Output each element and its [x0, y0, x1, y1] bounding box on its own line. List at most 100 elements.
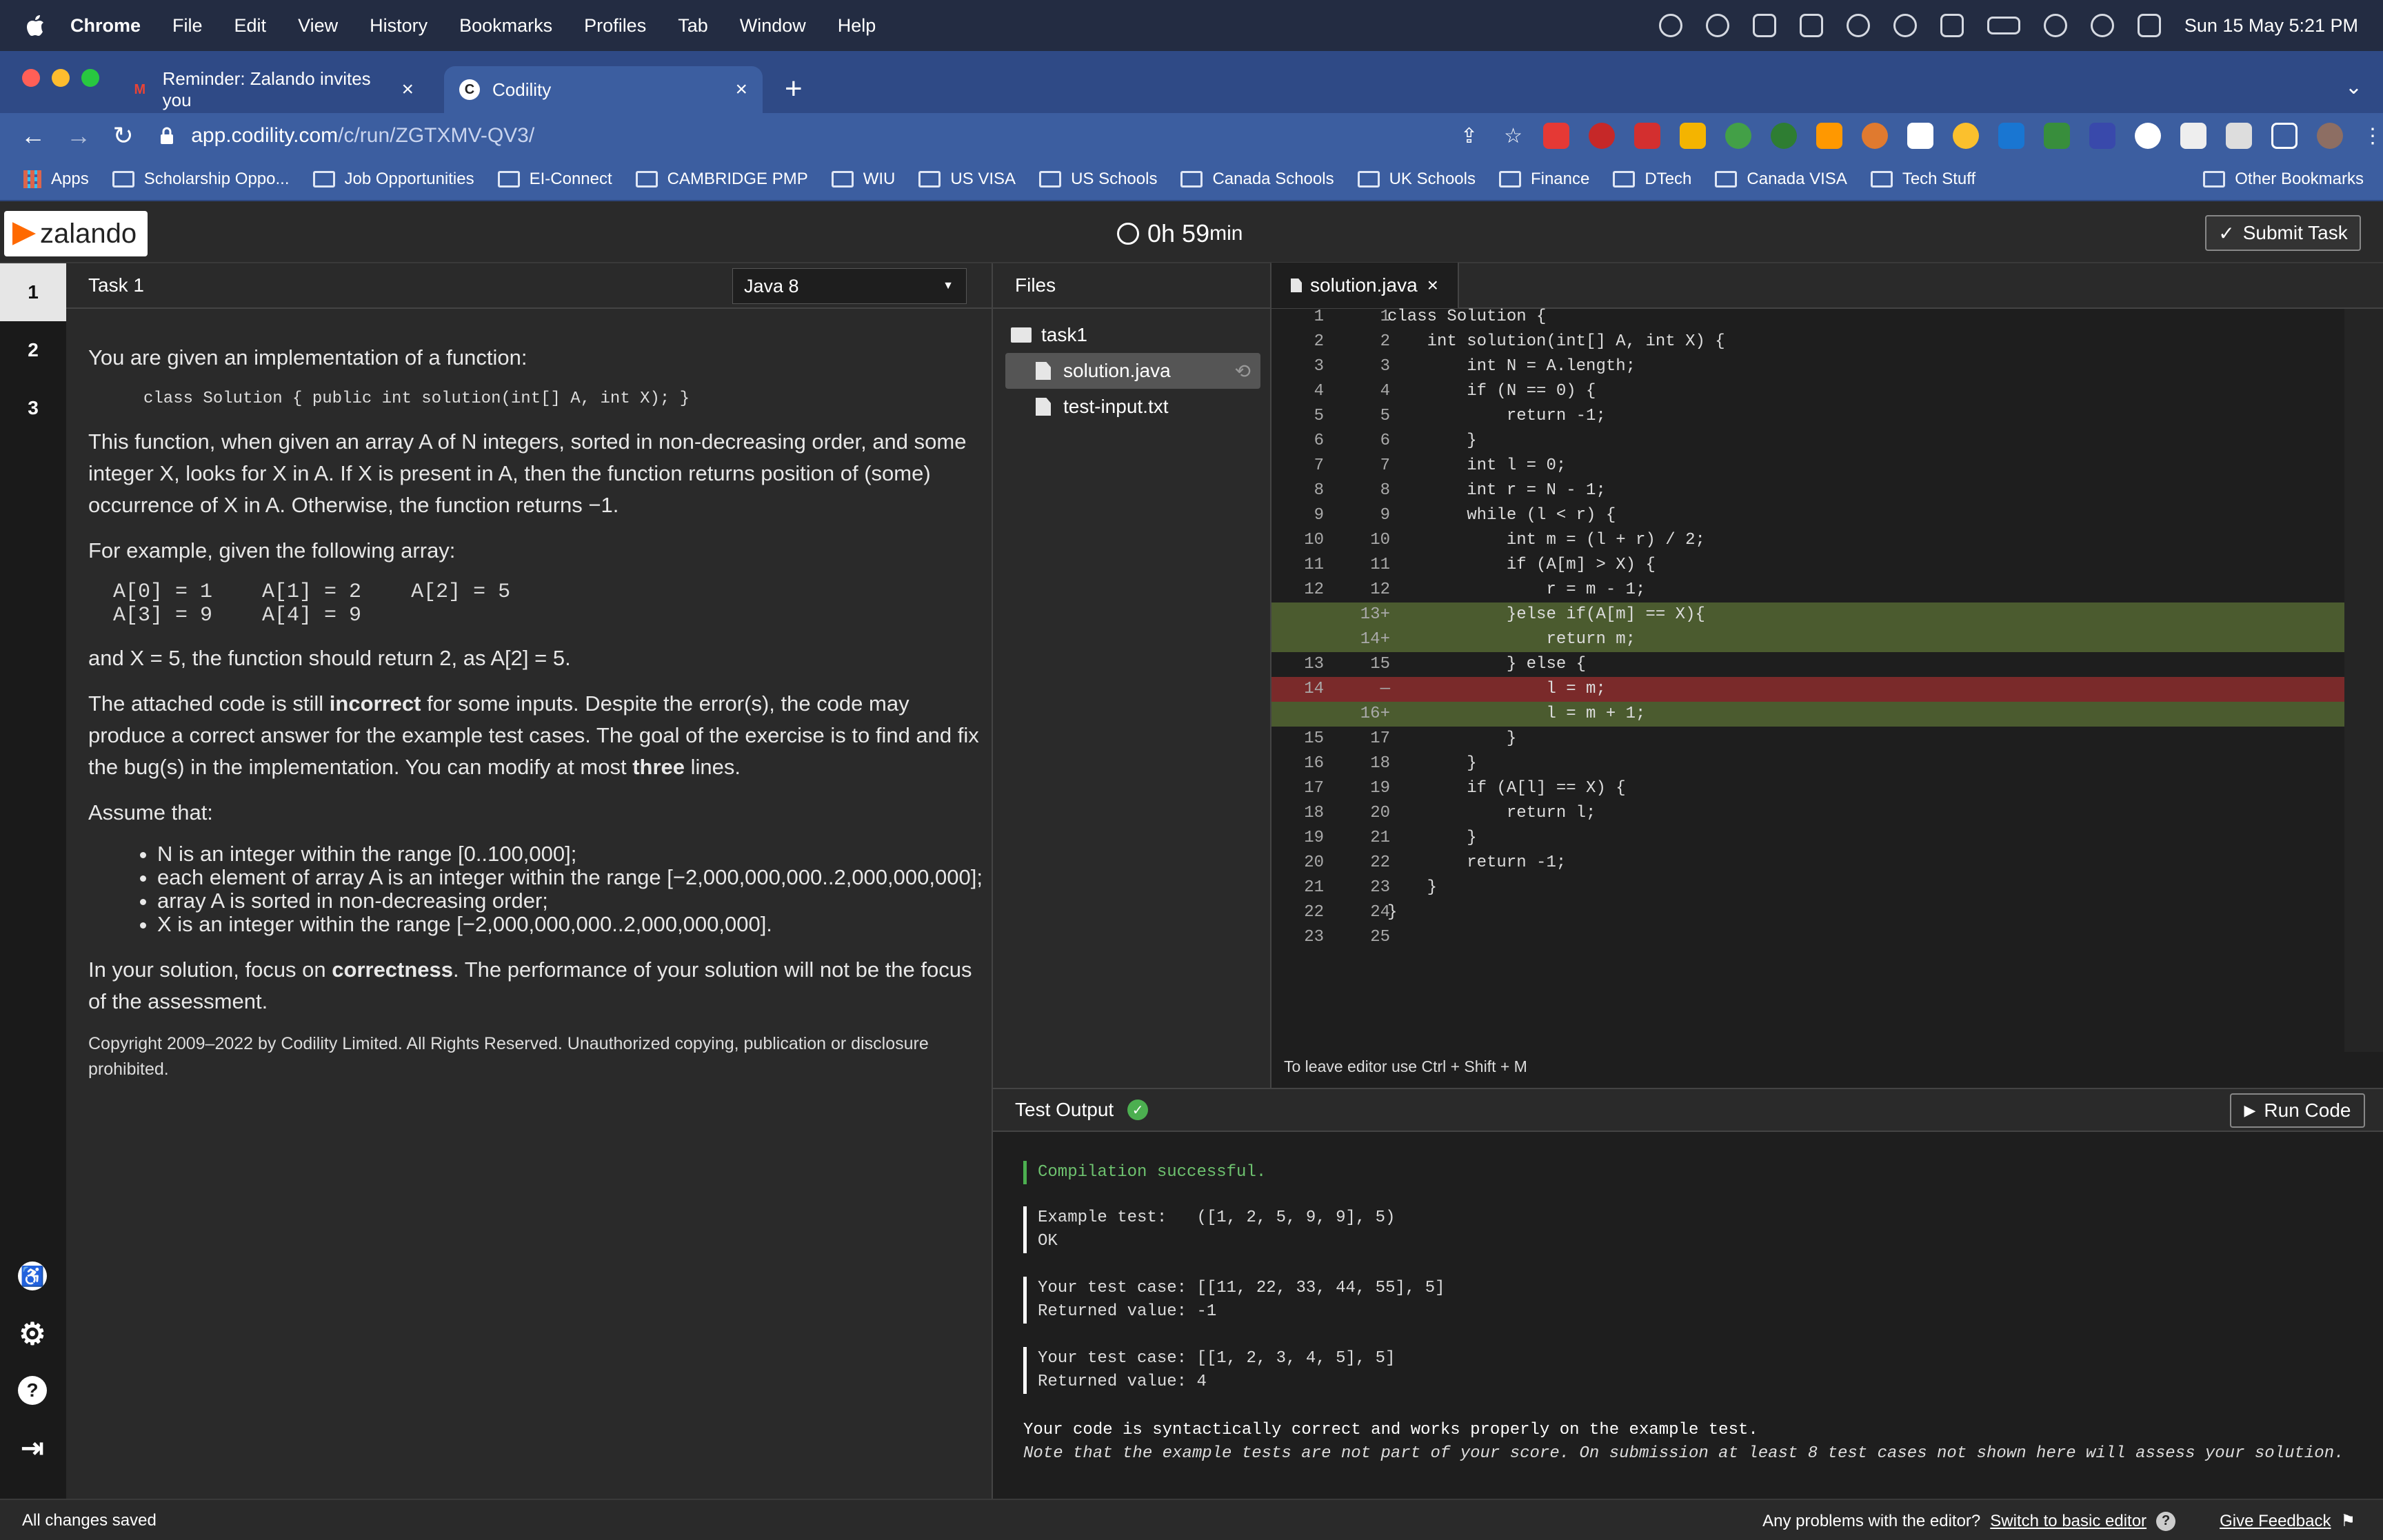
- bookmark-folder[interactable]: EI-Connect: [497, 170, 612, 189]
- apple-icon[interactable]: [26, 14, 47, 37]
- code-line[interactable]: 17 19 if (A[l] == X) {: [1271, 776, 2344, 801]
- evernote-icon[interactable]: [1771, 123, 1797, 149]
- bookmark-star-icon[interactable]: ☆: [1504, 124, 1522, 148]
- more-vertical-icon[interactable]: ⋮: [2362, 124, 2383, 148]
- code-line[interactable]: 5 5 return -1;: [1271, 404, 2344, 429]
- settings-gear-icon[interactable]: ⚙: [18, 1317, 47, 1351]
- code-line[interactable]: 9 9 while (l < r) {: [1271, 503, 2344, 528]
- address-bar[interactable]: app.codility.com/c/run/ZGTXMV-QV3/ ⇪ ☆: [159, 117, 1522, 154]
- extension-icon[interactable]: [1816, 123, 1842, 149]
- diff-line-removed[interactable]: 14 — l = m;: [1271, 677, 2344, 702]
- task-tab-3[interactable]: 3: [0, 379, 66, 437]
- code-line[interactable]: 19 21 }: [1271, 826, 2344, 851]
- code-line[interactable]: 6 6 }: [1271, 429, 2344, 454]
- code-line[interactable]: 1 1 class Solution {: [1271, 305, 2344, 330]
- code-line[interactable]: 21 23 }: [1271, 875, 2344, 900]
- file-solution-java[interactable]: solution.java ⟲: [1005, 353, 1260, 389]
- language-select[interactable]: Java 8 ▼: [732, 268, 967, 304]
- grammarly-icon[interactable]: [1725, 123, 1751, 149]
- menu-file[interactable]: File: [172, 15, 203, 37]
- bookmark-folder[interactable]: DTech: [1613, 170, 1691, 189]
- code-line[interactable]: 16 18 }: [1271, 751, 2344, 776]
- diff-line-added[interactable]: 13+ }else if(A[m] == X){: [1271, 602, 2344, 627]
- extension-icon[interactable]: [2135, 123, 2161, 149]
- code-line[interactable]: 13 15 } else {: [1271, 652, 2344, 677]
- switch-basic-editor-link[interactable]: Switch to basic editor: [1990, 1512, 2146, 1531]
- diff-line-added[interactable]: 16+ l = m + 1;: [1271, 702, 2344, 727]
- menu-help[interactable]: Help: [838, 15, 876, 37]
- new-tab-button[interactable]: +: [785, 72, 803, 106]
- puzzle-icon[interactable]: [2226, 123, 2252, 149]
- display-icon[interactable]: [1940, 14, 1964, 37]
- task-tab-2[interactable]: 2: [0, 321, 66, 379]
- tab-search-chevron-icon[interactable]: ⌄: [2345, 75, 2362, 99]
- menu-bookmarks[interactable]: Bookmarks: [459, 15, 552, 37]
- code-line[interactable]: 23 25: [1271, 925, 2344, 950]
- bookmark-folder[interactable]: Canada VISA: [1715, 170, 1847, 189]
- menu-edit[interactable]: Edit: [234, 15, 267, 37]
- drive-icon[interactable]: [1752, 14, 1776, 37]
- code-line[interactable]: 7 7 int l = 0;: [1271, 454, 2344, 478]
- bookmark-folder[interactable]: Tech Stuff: [1870, 170, 1975, 189]
- bookmark-apps[interactable]: Apps: [23, 170, 89, 189]
- spotlight-search-icon[interactable]: [2090, 14, 2114, 37]
- editor-tab-solution-java[interactable]: solution.java ×: [1271, 263, 1460, 308]
- mail-app-icon[interactable]: [1705, 14, 1729, 37]
- bookmark-folder[interactable]: CAMBRIDGE PMP: [635, 170, 808, 189]
- menu-app-name[interactable]: Chrome: [70, 15, 141, 37]
- task-tab-1[interactable]: 1: [0, 263, 66, 321]
- document-extension-icon[interactable]: [2089, 123, 2115, 149]
- pin-extension-icon[interactable]: [1589, 123, 1615, 149]
- revert-history-icon[interactable]: ⟲: [1235, 360, 1251, 383]
- code-line[interactable]: 15 17 }: [1271, 727, 2344, 751]
- menu-profiles[interactable]: Profiles: [584, 15, 646, 37]
- avatar[interactable]: [2317, 123, 2343, 149]
- clock[interactable]: Sun 15 May 5:21 PM: [2184, 15, 2358, 37]
- menu-tab[interactable]: Tab: [678, 15, 708, 37]
- extension-icon[interactable]: [1953, 123, 1979, 149]
- sidebar-icon[interactable]: [2271, 123, 2297, 149]
- battery-icon[interactable]: [1987, 17, 2020, 34]
- forward-arrow-icon[interactable]: →: [66, 121, 91, 150]
- sign-out-icon[interactable]: ⇥: [18, 1433, 47, 1463]
- code-line[interactable]: 3 3 int N = A.length;: [1271, 354, 2344, 379]
- diff-view[interactable]: 1 1 class Solution {2 2 int solution(int[] …: [1271, 305, 2344, 950]
- bookmark-folder[interactable]: UK Schools: [1357, 170, 1476, 189]
- help-icon[interactable]: ?: [18, 1376, 47, 1405]
- lock-icon[interactable]: [159, 126, 174, 145]
- bookmark-folder[interactable]: Scholarship Oppo...: [112, 170, 290, 189]
- code-line[interactable]: 18 20 return l;: [1271, 801, 2344, 826]
- minimize-window-button[interactable]: [52, 69, 70, 87]
- reload-icon[interactable]: ↻: [112, 121, 134, 150]
- play-icon[interactable]: [1893, 14, 1917, 37]
- counter-extension-icon[interactable]: [2044, 123, 2070, 149]
- code-line[interactable]: 2 2 int solution(int[] A, int X) {: [1271, 330, 2344, 354]
- code-line[interactable]: 8 8 int r = N - 1;: [1271, 478, 2344, 503]
- code-line[interactable]: 12 12 r = m - 1;: [1271, 578, 2344, 602]
- file-test-input[interactable]: test-input.txt: [993, 389, 1270, 425]
- help-icon[interactable]: ?: [2156, 1511, 2176, 1531]
- give-feedback-link[interactable]: Give Feedback: [2220, 1512, 2331, 1531]
- cookie-icon[interactable]: [1862, 123, 1888, 149]
- code-line[interactable]: 11 11 if (A[m] > X) {: [1271, 553, 2344, 578]
- bookmark-folder[interactable]: Finance: [1498, 170, 1589, 189]
- back-arrow-icon[interactable]: ←: [21, 121, 46, 150]
- bookmark-folder[interactable]: WIU: [831, 170, 895, 189]
- bookmark-folder[interactable]: US VISA: [918, 170, 1016, 189]
- extension-icon[interactable]: [1634, 123, 1660, 149]
- editor-scrollbar[interactable]: [2344, 309, 2383, 1052]
- extension-icon[interactable]: [1907, 123, 1933, 149]
- code-line[interactable]: 4 4 if (N == 0) {: [1271, 379, 2344, 404]
- bookmark-folder[interactable]: Canada Schools: [1180, 170, 1334, 189]
- shield-icon[interactable]: [1799, 14, 1823, 37]
- folder-task1[interactable]: task1: [993, 317, 1270, 353]
- menu-history[interactable]: History: [370, 15, 428, 37]
- qr-code-icon[interactable]: [2180, 123, 2206, 149]
- submit-task-button[interactable]: ✓ Submit Task: [2205, 215, 2361, 251]
- extension-icon[interactable]: [1680, 123, 1706, 149]
- close-window-button[interactable]: [22, 69, 40, 87]
- menu-window[interactable]: Window: [740, 15, 806, 37]
- diff-line-added[interactable]: 14+ return m;: [1271, 627, 2344, 652]
- close-tab-icon[interactable]: ×: [735, 78, 747, 101]
- bookmark-folder[interactable]: US Schools: [1039, 170, 1157, 189]
